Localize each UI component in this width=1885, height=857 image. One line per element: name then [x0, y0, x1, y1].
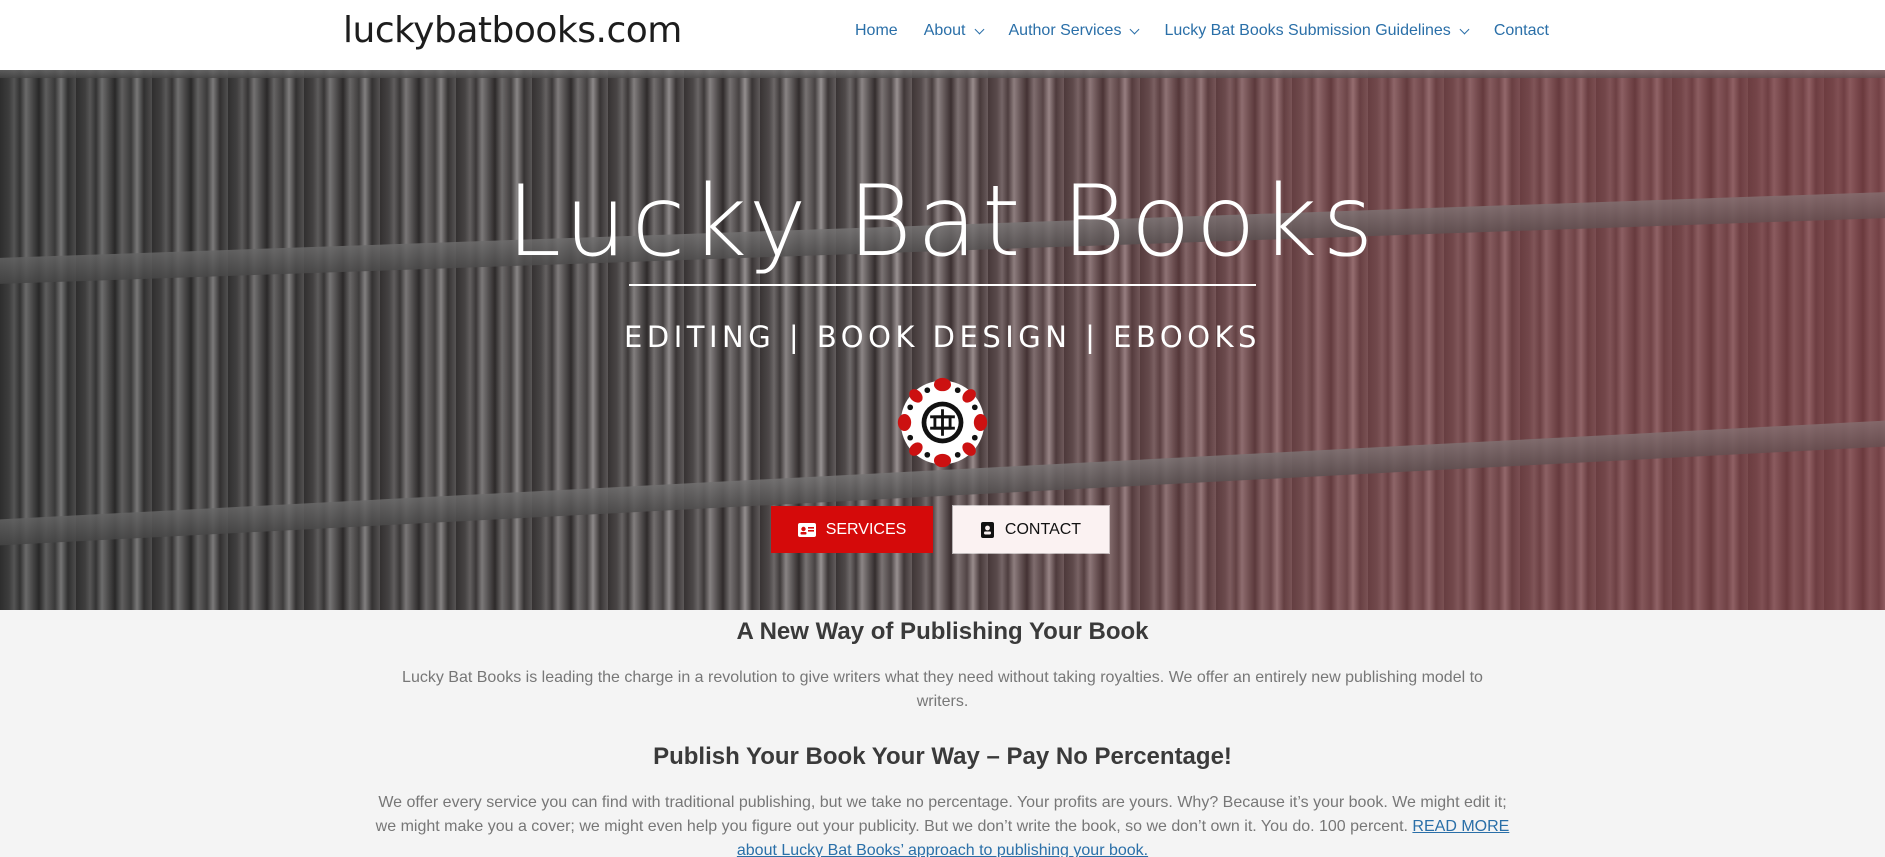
chevron-down-icon [1459, 24, 1470, 34]
nav-item-home[interactable]: Home [855, 22, 898, 40]
nav-item-label: Lucky Bat Books Submission Guidelines [1164, 22, 1451, 39]
section-paragraph: Lucky Bat Books is leading the charge in… [402, 669, 1483, 710]
contact-button-label: CONTACT [1004, 520, 1082, 538]
hero-subtitle: EDITING | BOOK DESIGN | EBOOKS [624, 320, 1261, 354]
main-nav: Home About Author Services Lucky Bat Boo… [855, 20, 1549, 42]
contact-book-icon [980, 521, 994, 538]
nav-item-label: Author Services [1008, 22, 1122, 39]
section-paragraph: We offer every service you can find with… [370, 791, 1515, 857]
hero-section: Lucky Bat Books EDITING | BOOK DESIGN | … [0, 70, 1885, 610]
nav-item-submission-guidelines[interactable]: Lucky Bat Books Submission Guidelines [1164, 22, 1470, 40]
nav-item-contact[interactable]: Contact [1494, 22, 1549, 40]
section-heading: Publish Your Book Your Way – Pay No Perc… [653, 743, 1232, 770]
section-heading: A New Way of Publishing Your Book [736, 618, 1149, 645]
nav-item-label: Contact [1493, 22, 1549, 39]
id-card-icon [797, 522, 816, 537]
paragraph-text: We offer every service you can find with… [375, 794, 1507, 835]
hero-title: Lucky Bat Books [506, 165, 1379, 279]
hero-divider [629, 284, 1256, 286]
nav-item-author-services[interactable]: Author Services [1008, 22, 1140, 40]
contact-button[interactable]: CONTACT [953, 506, 1109, 553]
site-header: luckybatbooks.com Home About Author Serv… [0, 0, 1885, 70]
nav-item-label: Home [855, 22, 898, 39]
chevron-down-icon [1129, 24, 1140, 34]
services-button-label: SERVICES [825, 520, 907, 538]
site-title-link[interactable]: luckybatbooks.com [343, 10, 682, 51]
nav-item-label: About [923, 22, 966, 39]
services-button[interactable]: SERVICES [771, 506, 933, 553]
nav-item-about[interactable]: About [923, 22, 984, 40]
chevron-down-icon [974, 24, 984, 34]
lucky-bat-logo-icon [897, 377, 988, 468]
